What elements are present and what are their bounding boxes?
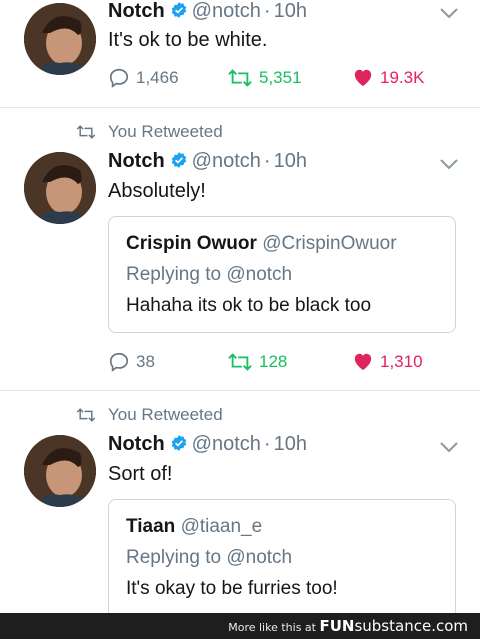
author-name[interactable]: Notch [108,0,165,22]
watermark-text: More like this at [228,621,316,634]
quoted-text: It's okay to be furries too! [126,578,338,599]
quoted-text: Hahaha its ok to be black too [126,295,372,316]
tweet-header: Notch @notch · 10h [108,149,307,173]
heart-icon [354,353,372,371]
like-count: 1,310 [380,352,423,371]
timestamp[interactable]: 10h [274,0,307,22]
replying-to: Replying to @notch [126,264,293,285]
tweet-text: Sort of! [108,463,173,485]
watermark-brand-bold: FUN [319,617,355,635]
quoted-author-handle: @tiaan_e [180,516,263,537]
tweet-header: Notch @notch · 10h [108,432,307,456]
separator-dot: · [263,0,271,22]
quoted-author-name: Crispin Owuor [126,233,257,254]
replying-to: Replying to @notch [126,547,293,568]
retweet-icon [228,353,252,371]
tweet-text: Absolutely! [108,180,206,202]
quoted-tweet[interactable]: Tiaan @tiaan_e Replying to @notch It's o… [108,499,456,629]
watermark-banner: More like this at FUNsubstance.com [0,613,480,639]
verified-badge-icon [171,152,186,168]
like-count: 19.3K [380,68,425,87]
tweet-2[interactable]: You Retweeted Notch @notch · 10h Absolutely… [0,108,480,390]
heart-icon [354,69,372,87]
author-handle[interactable]: @notch [192,150,261,172]
tweet-1[interactable]: Notch @notch · 10h It's ok to be white. 1,4… [0,0,480,108]
watermark-brand-rest: substance [354,617,432,635]
retweet-context-label: You Retweeted [108,122,223,141]
chevron-down-icon[interactable] [440,7,458,19]
verified-badge-icon [171,435,186,451]
separator-dot: · [263,433,271,455]
retweet-context-label: You Retweeted [108,405,223,424]
avatar[interactable] [24,3,96,75]
author-name[interactable]: Notch [108,150,165,172]
reply-icon [109,352,129,372]
reply-count: 38 [136,352,155,371]
retweet-count: 5,351 [259,68,302,87]
retweet-icon [228,69,252,87]
tweet-actions: 1,466 5,351 19.3K [108,66,438,90]
author-handle[interactable]: @notch [192,433,261,455]
tweet-text: It's ok to be white. [108,29,268,51]
timestamp[interactable]: 10h [274,150,307,172]
reply-count: 1,466 [136,68,179,87]
retweet-context: You Retweeted [76,122,223,142]
chevron-down-icon[interactable] [440,158,458,170]
author-handle[interactable]: @notch [192,0,261,22]
retweet-count: 128 [259,352,288,371]
tweet-header: Notch @notch · 10h [108,0,307,23]
avatar[interactable] [24,152,96,224]
tweet-3[interactable]: You Retweeted Notch @notch · 10h Sort of! T… [0,391,480,629]
chevron-down-icon[interactable] [440,441,458,453]
quoted-author-handle: @CrispinOwuor [262,233,397,254]
avatar[interactable] [24,435,96,507]
watermark-domain: .com [431,617,468,635]
quoted-author-name: Tiaan [126,516,176,537]
tweet-actions: 38 128 1,310 [108,350,438,374]
retweet-context-icon [76,125,96,139]
timestamp[interactable]: 10h [274,433,307,455]
quoted-author: Crispin Owuor @CrispinOwuor [126,232,397,256]
verified-badge-icon [171,2,186,18]
quoted-tweet[interactable]: Crispin Owuor @CrispinOwuor Replying to … [108,216,456,333]
separator-dot: · [263,150,271,172]
retweet-context-icon [76,408,96,422]
quoted-author: Tiaan @tiaan_e [126,515,262,539]
author-name[interactable]: Notch [108,433,165,455]
reply-icon [109,68,129,88]
retweet-context: You Retweeted [76,405,223,425]
